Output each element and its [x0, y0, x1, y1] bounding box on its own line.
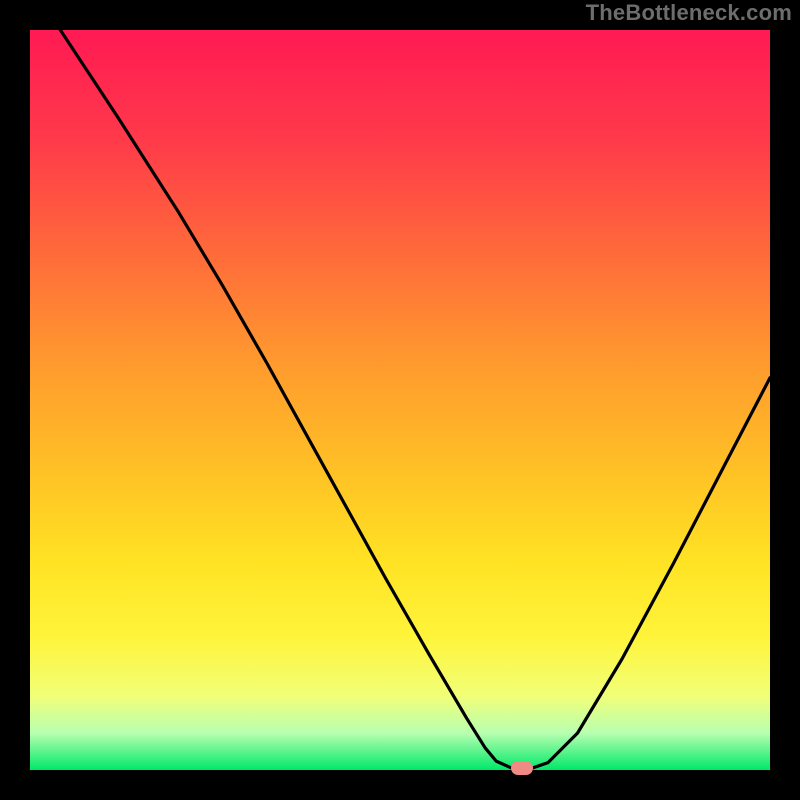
plot-area	[30, 30, 770, 770]
watermark-label: TheBottleneck.com	[586, 0, 792, 26]
bottleneck-curve	[30, 30, 770, 770]
optimal-marker	[511, 761, 533, 775]
chart-stage: TheBottleneck.com	[0, 0, 800, 800]
